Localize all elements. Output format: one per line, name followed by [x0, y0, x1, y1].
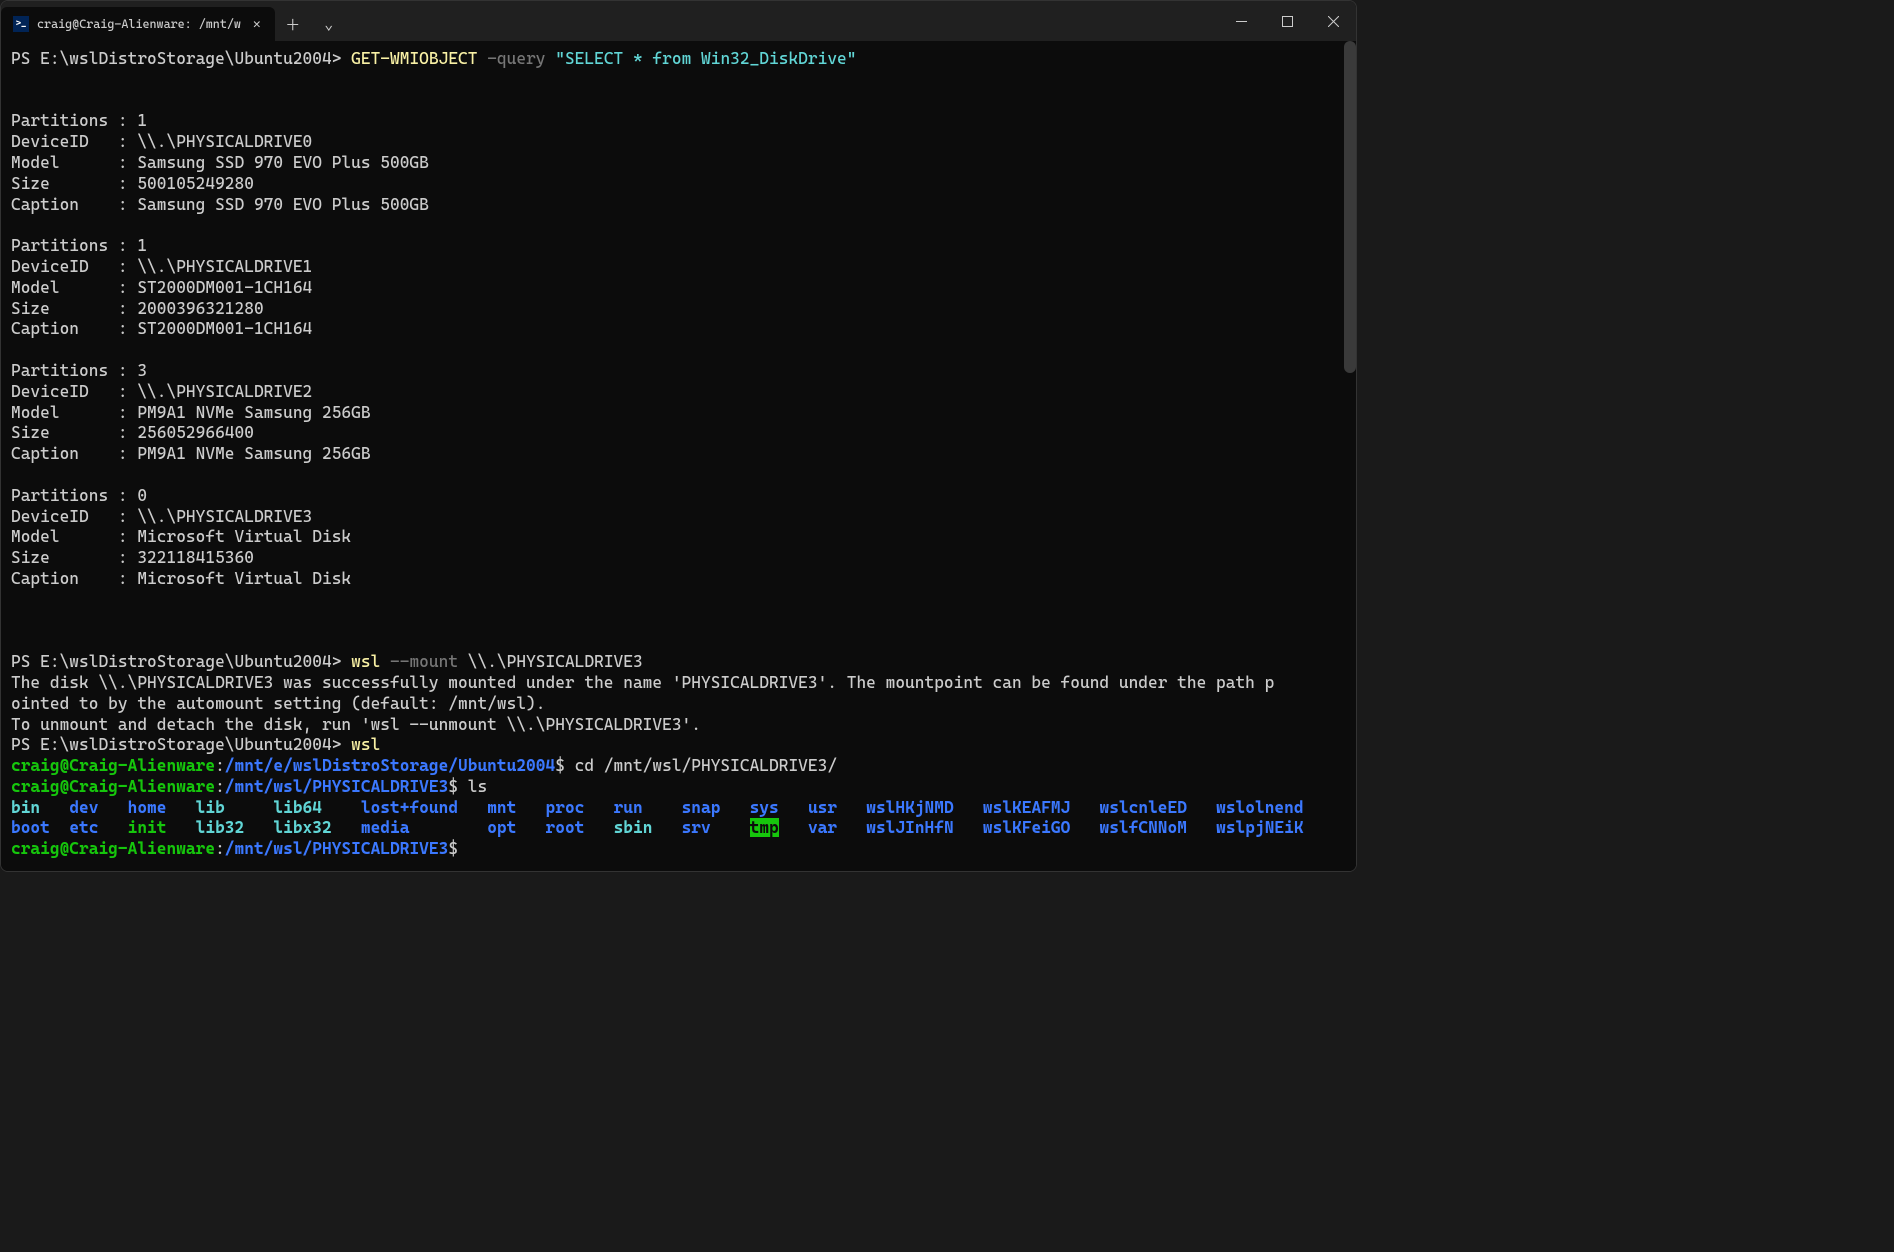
window-controls: [1218, 1, 1356, 41]
scrollbar[interactable]: [1344, 41, 1356, 871]
powershell-icon: >_: [13, 16, 29, 32]
minimize-button[interactable]: [1218, 1, 1264, 41]
tab-strip: >_ craig@Craig-Alienware: /mnt/w ✕ ＋ ⌄: [1, 1, 347, 41]
tab-dropdown-button[interactable]: ⌄: [311, 7, 347, 41]
close-icon[interactable]: ✕: [249, 17, 265, 32]
titlebar: >_ craig@Craig-Alienware: /mnt/w ✕ ＋ ⌄: [1, 1, 1356, 41]
tab-active[interactable]: >_ craig@Craig-Alienware: /mnt/w ✕: [1, 7, 275, 41]
close-button[interactable]: [1310, 1, 1356, 41]
chevron-down-icon: ⌄: [324, 15, 333, 33]
maximize-button[interactable]: [1264, 1, 1310, 41]
scrollbar-thumb[interactable]: [1344, 41, 1356, 373]
tab-title: craig@Craig-Alienware: /mnt/w: [37, 17, 241, 31]
terminal-window: >_ craig@Craig-Alienware: /mnt/w ✕ ＋ ⌄ P…: [0, 0, 1357, 872]
terminal-content[interactable]: PS E:\wslDistroStorage\Ubuntu2004> GET-W…: [1, 41, 1356, 871]
new-tab-button[interactable]: ＋: [275, 7, 311, 41]
